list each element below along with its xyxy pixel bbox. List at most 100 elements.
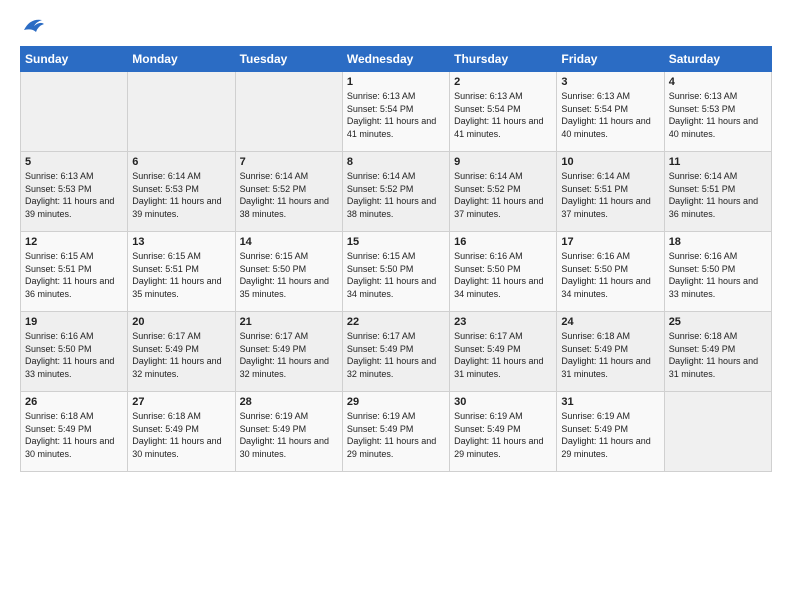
- column-header-monday: Monday: [128, 47, 235, 72]
- day-info: Sunrise: 6:14 AM Sunset: 5:51 PM Dayligh…: [561, 170, 659, 220]
- calendar-week-row: 1 Sunrise: 6:13 AM Sunset: 5:54 PM Daylig…: [21, 72, 772, 152]
- calendar-cell: 20 Sunrise: 6:17 AM Sunset: 5:49 PM Dayli…: [128, 312, 235, 392]
- column-header-saturday: Saturday: [664, 47, 771, 72]
- day-number: 15: [347, 236, 445, 248]
- calendar-week-row: 5 Sunrise: 6:13 AM Sunset: 5:53 PM Daylig…: [21, 152, 772, 232]
- calendar-cell: 19Sunrise: 6:16 AM Sunset: 5:50 PM Dayli…: [21, 312, 128, 392]
- calendar-cell: 28 Sunrise: 6:19 AM Sunset: 5:49 PM Dayli…: [235, 392, 342, 472]
- day-info: Sunrise: 6:13 AM Sunset: 5:53 PM Dayligh…: [669, 90, 767, 140]
- day-number: 9: [454, 156, 552, 168]
- day-number: 11: [669, 156, 767, 168]
- day-number: 4: [669, 76, 767, 88]
- calendar-container: SundayMondayTuesdayWednesdayThursdayFrid…: [0, 0, 792, 488]
- day-number: 13: [132, 236, 230, 248]
- column-header-wednesday: Wednesday: [342, 47, 449, 72]
- logo: [20, 16, 44, 36]
- day-info: Sunrise: 6:14 AM Sunset: 5:53 PM Dayligh…: [132, 170, 230, 220]
- day-info: Sunrise: 6:19 AM Sunset: 5:49 PM Dayligh…: [561, 410, 659, 460]
- calendar-week-row: 12 Sunrise: 6:15 AM Sunset: 5:51 PM Dayli…: [21, 232, 772, 312]
- column-header-thursday: Thursday: [450, 47, 557, 72]
- calendar-cell: [235, 72, 342, 152]
- calendar-cell: 7 Sunrise: 6:14 AM Sunset: 5:52 PM Daylig…: [235, 152, 342, 232]
- day-number: 18: [669, 236, 767, 248]
- logo-bird-icon: [22, 16, 44, 34]
- calendar-cell: [664, 392, 771, 472]
- calendar-cell: 27 Sunrise: 6:18 AM Sunset: 5:49 PM Dayli…: [128, 392, 235, 472]
- calendar-cell: 9Sunrise: 6:14 AM Sunset: 5:52 PM Daylig…: [450, 152, 557, 232]
- day-info: Sunrise: 6:14 AM Sunset: 5:52 PM Dayligh…: [240, 170, 338, 220]
- day-number: 8: [347, 156, 445, 168]
- calendar-cell: [21, 72, 128, 152]
- day-number: 31: [561, 396, 659, 408]
- calendar-week-row: 26 Sunrise: 6:18 AM Sunset: 5:49 PM Dayli…: [21, 392, 772, 472]
- day-info: Sunrise: 6:17 AM Sunset: 5:49 PM Dayligh…: [240, 330, 338, 380]
- day-number: 14: [240, 236, 338, 248]
- day-info: Sunrise: 6:17 AM Sunset: 5:49 PM Dayligh…: [132, 330, 230, 380]
- day-info: Sunrise: 6:16 AM Sunset: 5:50 PM Dayligh…: [454, 250, 552, 300]
- calendar-cell: 15 Sunrise: 6:15 AM Sunset: 5:50 PM Dayli…: [342, 232, 449, 312]
- day-info: Sunrise: 6:13 AM Sunset: 5:54 PM Dayligh…: [561, 90, 659, 140]
- day-info: Sunrise: 6:13 AM Sunset: 5:54 PM Dayligh…: [347, 90, 445, 140]
- day-number: 22: [347, 316, 445, 328]
- day-number: 10: [561, 156, 659, 168]
- day-info: Sunrise: 6:13 AM Sunset: 5:53 PM Dayligh…: [25, 170, 123, 220]
- header: [20, 16, 772, 36]
- day-info: Sunrise: 6:14 AM Sunset: 5:51 PM Dayligh…: [669, 170, 767, 220]
- calendar-cell: 10 Sunrise: 6:14 AM Sunset: 5:51 PM Dayli…: [557, 152, 664, 232]
- day-number: 24: [561, 316, 659, 328]
- column-header-tuesday: Tuesday: [235, 47, 342, 72]
- day-info: Sunrise: 6:15 AM Sunset: 5:50 PM Dayligh…: [240, 250, 338, 300]
- day-number: 12: [25, 236, 123, 248]
- calendar-cell: [128, 72, 235, 152]
- calendar-cell: 5 Sunrise: 6:13 AM Sunset: 5:53 PM Daylig…: [21, 152, 128, 232]
- day-info: Sunrise: 6:18 AM Sunset: 5:49 PM Dayligh…: [25, 410, 123, 460]
- calendar-cell: 13 Sunrise: 6:15 AM Sunset: 5:51 PM Dayli…: [128, 232, 235, 312]
- day-number: 3: [561, 76, 659, 88]
- day-number: 29: [347, 396, 445, 408]
- calendar-cell: 29 Sunrise: 6:19 AM Sunset: 5:49 PM Dayli…: [342, 392, 449, 472]
- calendar-cell: 18 Sunrise: 6:16 AM Sunset: 5:50 PM Dayli…: [664, 232, 771, 312]
- day-info: Sunrise: 6:18 AM Sunset: 5:49 PM Dayligh…: [669, 330, 767, 380]
- day-number: 20: [132, 316, 230, 328]
- calendar-cell: 17Sunrise: 6:16 AM Sunset: 5:50 PM Dayli…: [557, 232, 664, 312]
- day-info: Sunrise: 6:15 AM Sunset: 5:51 PM Dayligh…: [132, 250, 230, 300]
- day-number: 17: [561, 236, 659, 248]
- day-number: 19: [25, 316, 123, 328]
- calendar-cell: 25Sunrise: 6:18 AM Sunset: 5:49 PM Dayli…: [664, 312, 771, 392]
- day-info: Sunrise: 6:18 AM Sunset: 5:49 PM Dayligh…: [132, 410, 230, 460]
- calendar-week-row: 19Sunrise: 6:16 AM Sunset: 5:50 PM Dayli…: [21, 312, 772, 392]
- calendar-cell: 30Sunrise: 6:19 AM Sunset: 5:49 PM Dayli…: [450, 392, 557, 472]
- day-info: Sunrise: 6:16 AM Sunset: 5:50 PM Dayligh…: [669, 250, 767, 300]
- day-info: Sunrise: 6:19 AM Sunset: 5:49 PM Dayligh…: [240, 410, 338, 460]
- calendar-cell: 8 Sunrise: 6:14 AM Sunset: 5:52 PM Daylig…: [342, 152, 449, 232]
- column-header-friday: Friday: [557, 47, 664, 72]
- calendar-cell: 1 Sunrise: 6:13 AM Sunset: 5:54 PM Daylig…: [342, 72, 449, 152]
- calendar-cell: 12 Sunrise: 6:15 AM Sunset: 5:51 PM Dayli…: [21, 232, 128, 312]
- day-info: Sunrise: 6:17 AM Sunset: 5:49 PM Dayligh…: [454, 330, 552, 380]
- day-number: 5: [25, 156, 123, 168]
- calendar-cell: 2Sunrise: 6:13 AM Sunset: 5:54 PM Daylig…: [450, 72, 557, 152]
- calendar-cell: 26 Sunrise: 6:18 AM Sunset: 5:49 PM Dayli…: [21, 392, 128, 472]
- day-number: 6: [132, 156, 230, 168]
- day-info: Sunrise: 6:17 AM Sunset: 5:49 PM Dayligh…: [347, 330, 445, 380]
- day-number: 28: [240, 396, 338, 408]
- column-header-sunday: Sunday: [21, 47, 128, 72]
- day-info: Sunrise: 6:13 AM Sunset: 5:54 PM Dayligh…: [454, 90, 552, 140]
- day-info: Sunrise: 6:15 AM Sunset: 5:51 PM Dayligh…: [25, 250, 123, 300]
- day-info: Sunrise: 6:18 AM Sunset: 5:49 PM Dayligh…: [561, 330, 659, 380]
- calendar-cell: 23Sunrise: 6:17 AM Sunset: 5:49 PM Dayli…: [450, 312, 557, 392]
- calendar-cell: 6 Sunrise: 6:14 AM Sunset: 5:53 PM Daylig…: [128, 152, 235, 232]
- day-number: 1: [347, 76, 445, 88]
- day-info: Sunrise: 6:19 AM Sunset: 5:49 PM Dayligh…: [347, 410, 445, 460]
- day-number: 27: [132, 396, 230, 408]
- calendar-cell: 31 Sunrise: 6:19 AM Sunset: 5:49 PM Dayli…: [557, 392, 664, 472]
- day-number: 7: [240, 156, 338, 168]
- calendar-cell: 24 Sunrise: 6:18 AM Sunset: 5:49 PM Dayli…: [557, 312, 664, 392]
- calendar-cell: 14 Sunrise: 6:15 AM Sunset: 5:50 PM Dayli…: [235, 232, 342, 312]
- day-number: 26: [25, 396, 123, 408]
- day-number: 30: [454, 396, 552, 408]
- day-info: Sunrise: 6:15 AM Sunset: 5:50 PM Dayligh…: [347, 250, 445, 300]
- day-number: 16: [454, 236, 552, 248]
- calendar-cell: 22 Sunrise: 6:17 AM Sunset: 5:49 PM Dayli…: [342, 312, 449, 392]
- day-info: Sunrise: 6:14 AM Sunset: 5:52 PM Dayligh…: [347, 170, 445, 220]
